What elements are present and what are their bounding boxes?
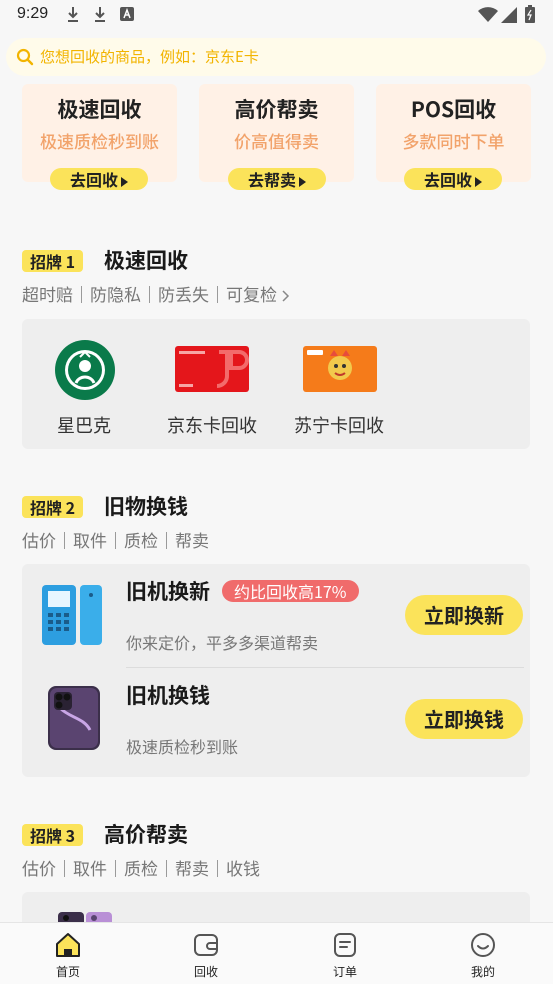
nav-label: 首页 [55, 963, 80, 980]
brand-label-jd-card[interactable]: 京东卡回收 [167, 412, 257, 438]
section-tags: 估价｜取件｜质检｜帮卖｜收钱 [22, 855, 260, 880]
section-title: 旧物换钱 [104, 491, 188, 521]
order-icon [334, 933, 356, 957]
download-icon [95, 7, 105, 22]
text-a-icon [120, 7, 134, 21]
service-card-subtitle: 多款同时下单 [402, 128, 505, 153]
go-recycle-button[interactable]: 去回收 [50, 168, 148, 190]
cash-trade-now-button[interactable]: 立即换钱 [405, 699, 523, 739]
service-card-pos-recycle[interactable]: POS回收 多款同时下单 去回收 [376, 84, 531, 190]
service-card-fast-recycle[interactable]: 极速回收 极速质检秒到账 去回收 [22, 84, 177, 190]
section-badge: 招牌 1 [22, 250, 84, 272]
chevron-right-icon [282, 290, 289, 302]
nav-label: 订单 [332, 963, 357, 980]
play-arrow-icon [475, 176, 482, 187]
play-arrow-icon [299, 176, 306, 187]
wallet-icon [194, 934, 218, 956]
section-title: 极速回收 [104, 245, 188, 275]
search-placeholder: 您想回收的商品，例如：京东E卡 [40, 46, 259, 67]
service-card-subtitle: 极速质检秒到账 [40, 128, 159, 153]
download-icon [68, 7, 78, 22]
jd-card-image[interactable] [175, 346, 249, 392]
service-card-subtitle: 价高值得卖 [234, 128, 319, 153]
play-arrow-icon [121, 176, 128, 187]
section-tags[interactable]: 超时赔｜防隐私｜防丢失｜可复检 [22, 281, 291, 306]
starbucks-logo[interactable] [54, 339, 116, 401]
section-badge: 招牌 2 [22, 496, 84, 518]
brand-label-starbucks[interactable]: 星巴克 [57, 412, 111, 438]
brand-panel: 星巴克 京东卡回收 苏宁卡回收 [22, 319, 530, 449]
signal-icon [501, 7, 517, 23]
nav-orders[interactable]: 订单 [305, 923, 385, 984]
section-tags: 估价｜取件｜质检｜帮卖 [22, 527, 209, 552]
service-card-high-price-sell[interactable]: 高价帮卖 价高值得卖 去帮卖 [199, 84, 354, 190]
status-bar: 9:29 [0, 0, 553, 30]
nav-label: 我的 [470, 963, 495, 980]
trade-in-panel: 旧机换新 约比回收高17% 你来定价，平多多渠道帮卖 立即换新 旧机换钱 极速质… [22, 564, 530, 777]
row-divider [126, 667, 524, 668]
search-input[interactable]: 您想回收的商品，例如：京东E卡 [6, 38, 546, 76]
trade-in-promo-tag: 约比回收高17% [222, 580, 359, 602]
phone-image [48, 686, 100, 750]
go-recycle-button[interactable]: 去回收 [404, 168, 502, 190]
wifi-icon [478, 7, 498, 22]
trade-in-title: 旧机换新 [126, 576, 210, 606]
battery-icon [525, 5, 535, 23]
home-icon [56, 933, 80, 957]
profile-icon [471, 933, 495, 957]
service-card-title: 极速回收 [57, 94, 142, 124]
service-card-title: POS回收 [410, 94, 497, 124]
nav-recycle[interactable]: 回收 [166, 923, 246, 984]
section-badge: 招牌 3 [22, 824, 84, 846]
nav-label: 回收 [193, 963, 218, 980]
nav-profile[interactable]: 我的 [443, 923, 523, 984]
nav-home[interactable]: 首页 [28, 923, 108, 984]
cash-trade-subtitle: 极速质检秒到账 [126, 734, 239, 758]
trade-in-now-button[interactable]: 立即换新 [405, 595, 523, 635]
bottom-nav: 首页 回收 订单 我的 [0, 922, 553, 984]
suning-card-image[interactable] [303, 346, 377, 392]
search-icon [16, 48, 34, 66]
brand-label-suning-card[interactable]: 苏宁卡回收 [294, 412, 384, 438]
status-time: 9:29 [17, 5, 49, 22]
pos-device-image [42, 585, 102, 645]
cash-trade-title: 旧机换钱 [126, 680, 210, 710]
service-card-title: 高价帮卖 [234, 94, 319, 124]
go-sell-button[interactable]: 去帮卖 [228, 168, 326, 190]
section-title: 高价帮卖 [104, 819, 188, 849]
trade-in-subtitle: 你来定价，平多多渠道帮卖 [126, 630, 319, 654]
